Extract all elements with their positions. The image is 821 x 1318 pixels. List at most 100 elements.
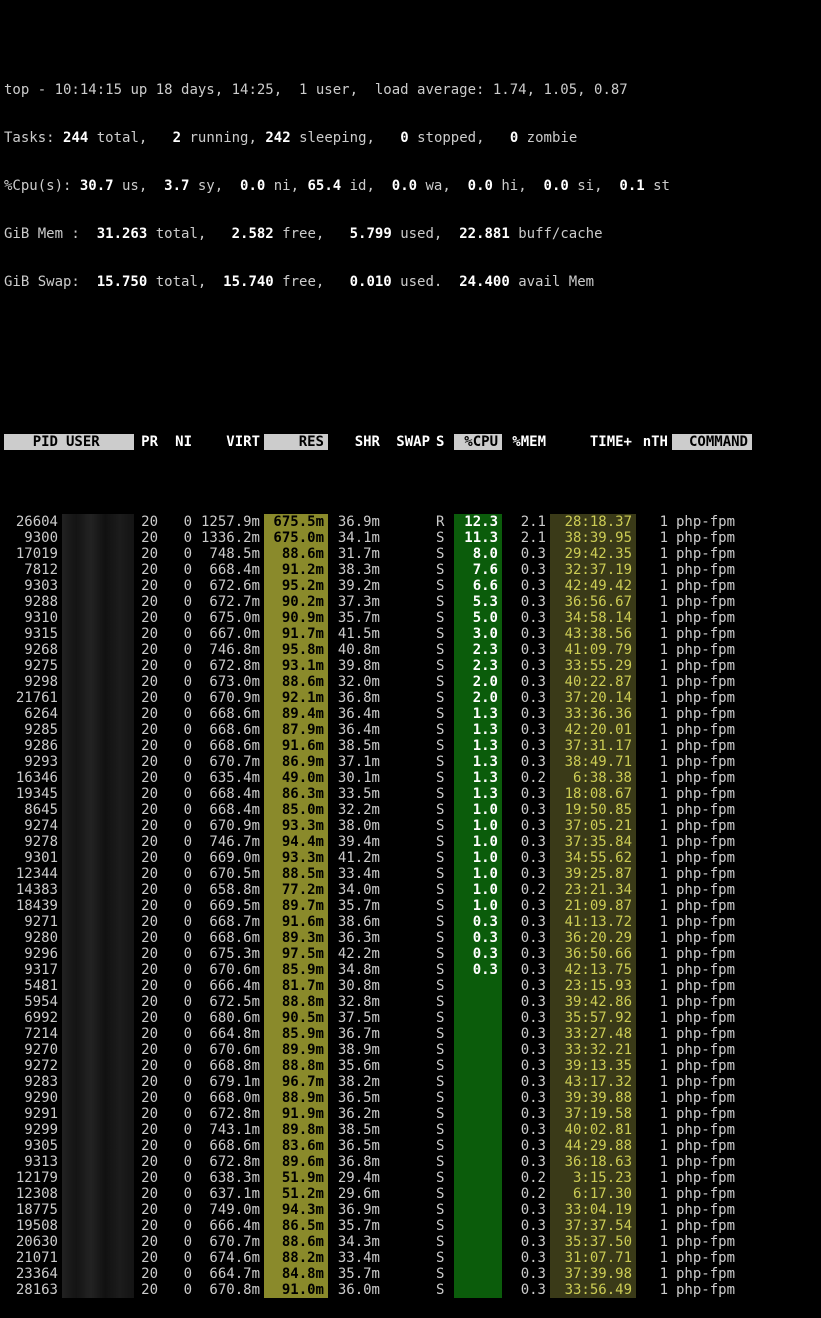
cell-swap <box>384 994 434 1010</box>
process-row[interactable]: 6264200668.6m89.4m36.4mS1.30.333:36.361p… <box>4 706 817 722</box>
process-row[interactable]: 8645200668.4m85.0m32.2mS1.00.319:50.851p… <box>4 802 817 818</box>
process-row[interactable]: 21071200674.6m88.2m33.4mS0.331:07.711php… <box>4 1250 817 1266</box>
cell-virt: 668.4m <box>196 786 264 802</box>
cell-user <box>62 514 134 530</box>
process-row[interactable]: 12344200670.5m88.5m33.4mS1.00.339:25.871… <box>4 866 817 882</box>
process-row[interactable]: 9288200672.7m90.2m37.3mS5.30.336:56.671p… <box>4 594 817 610</box>
process-row[interactable]: 9271200668.7m91.6m38.6mS0.30.341:13.721p… <box>4 914 817 930</box>
process-row[interactable]: 9275200672.8m93.1m39.8mS2.30.333:55.291p… <box>4 658 817 674</box>
process-row[interactable]: 18439200669.5m89.7m35.7mS1.00.321:09.871… <box>4 898 817 914</box>
cell-cpu <box>454 1154 502 1170</box>
cell-ni: 0 <box>162 642 196 658</box>
process-row[interactable]: 9301200669.0m93.3m41.2mS1.00.334:55.621p… <box>4 850 817 866</box>
process-row[interactable]: 18775200749.0m94.3m36.9mS0.333:04.191php… <box>4 1202 817 1218</box>
cell-time: 42:49.42 <box>550 578 636 594</box>
cell-mem: 0.3 <box>502 674 550 690</box>
process-row[interactable]: 12308200637.1m51.2m29.6mS0.26:17.301php-… <box>4 1186 817 1202</box>
column-header-shr[interactable]: SHR <box>328 434 384 450</box>
cell-command: php-fpm <box>672 1090 752 1106</box>
column-header-pr[interactable]: PR <box>134 434 162 450</box>
column-header-user[interactable]: USER <box>62 434 134 450</box>
cell-command: php-fpm <box>672 1282 752 1298</box>
cell-ni: 0 <box>162 866 196 882</box>
cell-user <box>62 1186 134 1202</box>
process-row[interactable]: 9286200668.6m91.6m38.5mS1.30.337:31.171p… <box>4 738 817 754</box>
column-header-virt[interactable]: VIRT <box>196 434 264 450</box>
process-row[interactable]: 9298200673.0m88.6m32.0mS2.00.340:22.871p… <box>4 674 817 690</box>
column-header-ni[interactable]: NI <box>162 434 196 450</box>
cell-mem: 0.3 <box>502 1090 550 1106</box>
process-row[interactable]: 19345200668.4m86.3m33.5mS1.30.318:08.671… <box>4 786 817 802</box>
cell-pid: 28163 <box>4 1282 62 1298</box>
process-row[interactable]: 9272200668.8m88.8m35.6mS0.339:13.351php-… <box>4 1058 817 1074</box>
column-header-pid[interactable]: PID <box>4 434 62 450</box>
process-row[interactable]: 93002001336.2m675.0m34.1mS11.32.138:39.9… <box>4 530 817 546</box>
process-row[interactable]: 9290200668.0m88.9m36.5mS0.339:39.881php-… <box>4 1090 817 1106</box>
terminal-window[interactable]: top - 10:14:15 up 18 days, 14:25, 1 user… <box>0 0 821 1318</box>
cell-virt: 670.6m <box>196 1042 264 1058</box>
cell-state: S <box>434 1234 454 1250</box>
process-row[interactable]: 5481200666.4m81.7m30.8mS0.323:15.931php-… <box>4 978 817 994</box>
cell-ni: 0 <box>162 1010 196 1026</box>
cell-user <box>62 1026 134 1042</box>
process-row[interactable]: 7812200668.4m91.2m38.3mS7.60.332:37.191p… <box>4 562 817 578</box>
cell-state: S <box>434 1122 454 1138</box>
process-row[interactable]: 9283200679.1m96.7m38.2mS0.343:17.321php-… <box>4 1074 817 1090</box>
process-row[interactable]: 266042001257.9m675.5m36.9mR12.32.128:18.… <box>4 514 817 530</box>
process-row[interactable]: 9303200672.6m95.2m39.2mS6.60.342:49.421p… <box>4 578 817 594</box>
column-header-res[interactable]: RES <box>264 434 328 450</box>
cell-res: 91.0m <box>264 1282 328 1298</box>
process-row[interactable]: 16346200635.4m49.0m30.1mS1.30.26:38.381p… <box>4 770 817 786</box>
process-row[interactable]: 9315200667.0m91.7m41.5mS3.00.343:38.561p… <box>4 626 817 642</box>
column-header-time[interactable]: TIME+ <box>550 434 636 450</box>
process-row[interactable]: 9268200746.8m95.8m40.8mS2.30.341:09.791p… <box>4 642 817 658</box>
process-table-header[interactable]: PIDUSERPRNIVIRTRESSHRSWAPS%CPU%MEMTIME+n… <box>4 434 817 450</box>
process-row[interactable]: 20630200670.7m88.6m34.3mS0.335:37.501php… <box>4 1234 817 1250</box>
process-row[interactable]: 9270200670.6m89.9m38.9mS0.333:32.211php-… <box>4 1042 817 1058</box>
cell-command: php-fpm <box>672 994 752 1010</box>
process-row[interactable]: 23364200664.7m84.8m35.7mS0.337:39.981php… <box>4 1266 817 1282</box>
process-row[interactable]: 19508200666.4m86.5m35.7mS0.337:37.541php… <box>4 1218 817 1234</box>
process-row[interactable]: 14383200658.8m77.2m34.0mS1.00.223:21.341… <box>4 882 817 898</box>
cell-command: php-fpm <box>672 1074 752 1090</box>
column-header-nth[interactable]: nTH <box>636 434 672 450</box>
process-row[interactable]: 9285200668.6m87.9m36.4mS1.30.342:20.011p… <box>4 722 817 738</box>
process-row[interactable]: 9299200743.1m89.8m38.5mS0.340:02.811php-… <box>4 1122 817 1138</box>
process-row[interactable]: 7214200664.8m85.9m36.7mS0.333:27.481php-… <box>4 1026 817 1042</box>
process-row[interactable]: 17019200748.5m88.6m31.7mS8.00.329:42.351… <box>4 546 817 562</box>
cell-virt: 668.6m <box>196 738 264 754</box>
process-row[interactable]: 9280200668.6m89.3m36.3mS0.30.336:20.291p… <box>4 930 817 946</box>
cell-command: php-fpm <box>672 1122 752 1138</box>
process-row[interactable]: 5954200672.5m88.8m32.8mS0.339:42.861php-… <box>4 994 817 1010</box>
process-row[interactable]: 12179200638.3m51.9m29.4mS0.23:15.231php-… <box>4 1170 817 1186</box>
process-row[interactable]: 9313200672.8m89.6m36.8mS0.336:18.631php-… <box>4 1154 817 1170</box>
cell-cpu <box>454 1042 502 1058</box>
process-row[interactable]: 9278200746.7m94.4m39.4mS1.00.337:35.841p… <box>4 834 817 850</box>
cell-nth: 1 <box>636 674 672 690</box>
process-row[interactable]: 9296200675.3m97.5m42.2mS0.30.336:50.661p… <box>4 946 817 962</box>
column-header-s[interactable]: S <box>434 434 454 450</box>
process-row[interactable]: 9293200670.7m86.9m37.1mS1.30.338:49.711p… <box>4 754 817 770</box>
cell-res: 94.4m <box>264 834 328 850</box>
cell-pr: 20 <box>134 514 162 530</box>
cell-shr: 33.5m <box>328 786 384 802</box>
column-header-command[interactable]: COMMAND <box>672 434 752 450</box>
cell-mem: 0.3 <box>502 754 550 770</box>
cell-pid: 18775 <box>4 1202 62 1218</box>
column-header-cpu[interactable]: %CPU <box>454 434 502 450</box>
cell-pid: 9303 <box>4 578 62 594</box>
cell-command: php-fpm <box>672 690 752 706</box>
process-row[interactable]: 28163200670.8m91.0m36.0mS0.333:56.491php… <box>4 1282 817 1298</box>
process-row[interactable]: 9291200672.8m91.9m36.2mS0.337:19.581php-… <box>4 1106 817 1122</box>
process-row[interactable]: 9310200675.0m90.9m35.7mS5.00.334:58.141p… <box>4 610 817 626</box>
process-row[interactable]: 9305200668.6m83.6m36.5mS0.344:29.881php-… <box>4 1138 817 1154</box>
process-row[interactable]: 9317200670.6m85.9m34.8mS0.30.342:13.751p… <box>4 962 817 978</box>
column-header-mem[interactable]: %MEM <box>502 434 550 450</box>
process-row[interactable]: 9274200670.9m93.3m38.0mS1.00.337:05.211p… <box>4 818 817 834</box>
process-row[interactable]: 21761200670.9m92.1m36.8mS2.00.337:20.141… <box>4 690 817 706</box>
process-row[interactable]: 6992200680.6m90.5m37.5mS0.335:57.921php-… <box>4 1010 817 1026</box>
cell-res: 49.0m <box>264 770 328 786</box>
cell-swap <box>384 1234 434 1250</box>
column-header-swap[interactable]: SWAP <box>384 434 434 450</box>
cell-shr: 40.8m <box>328 642 384 658</box>
